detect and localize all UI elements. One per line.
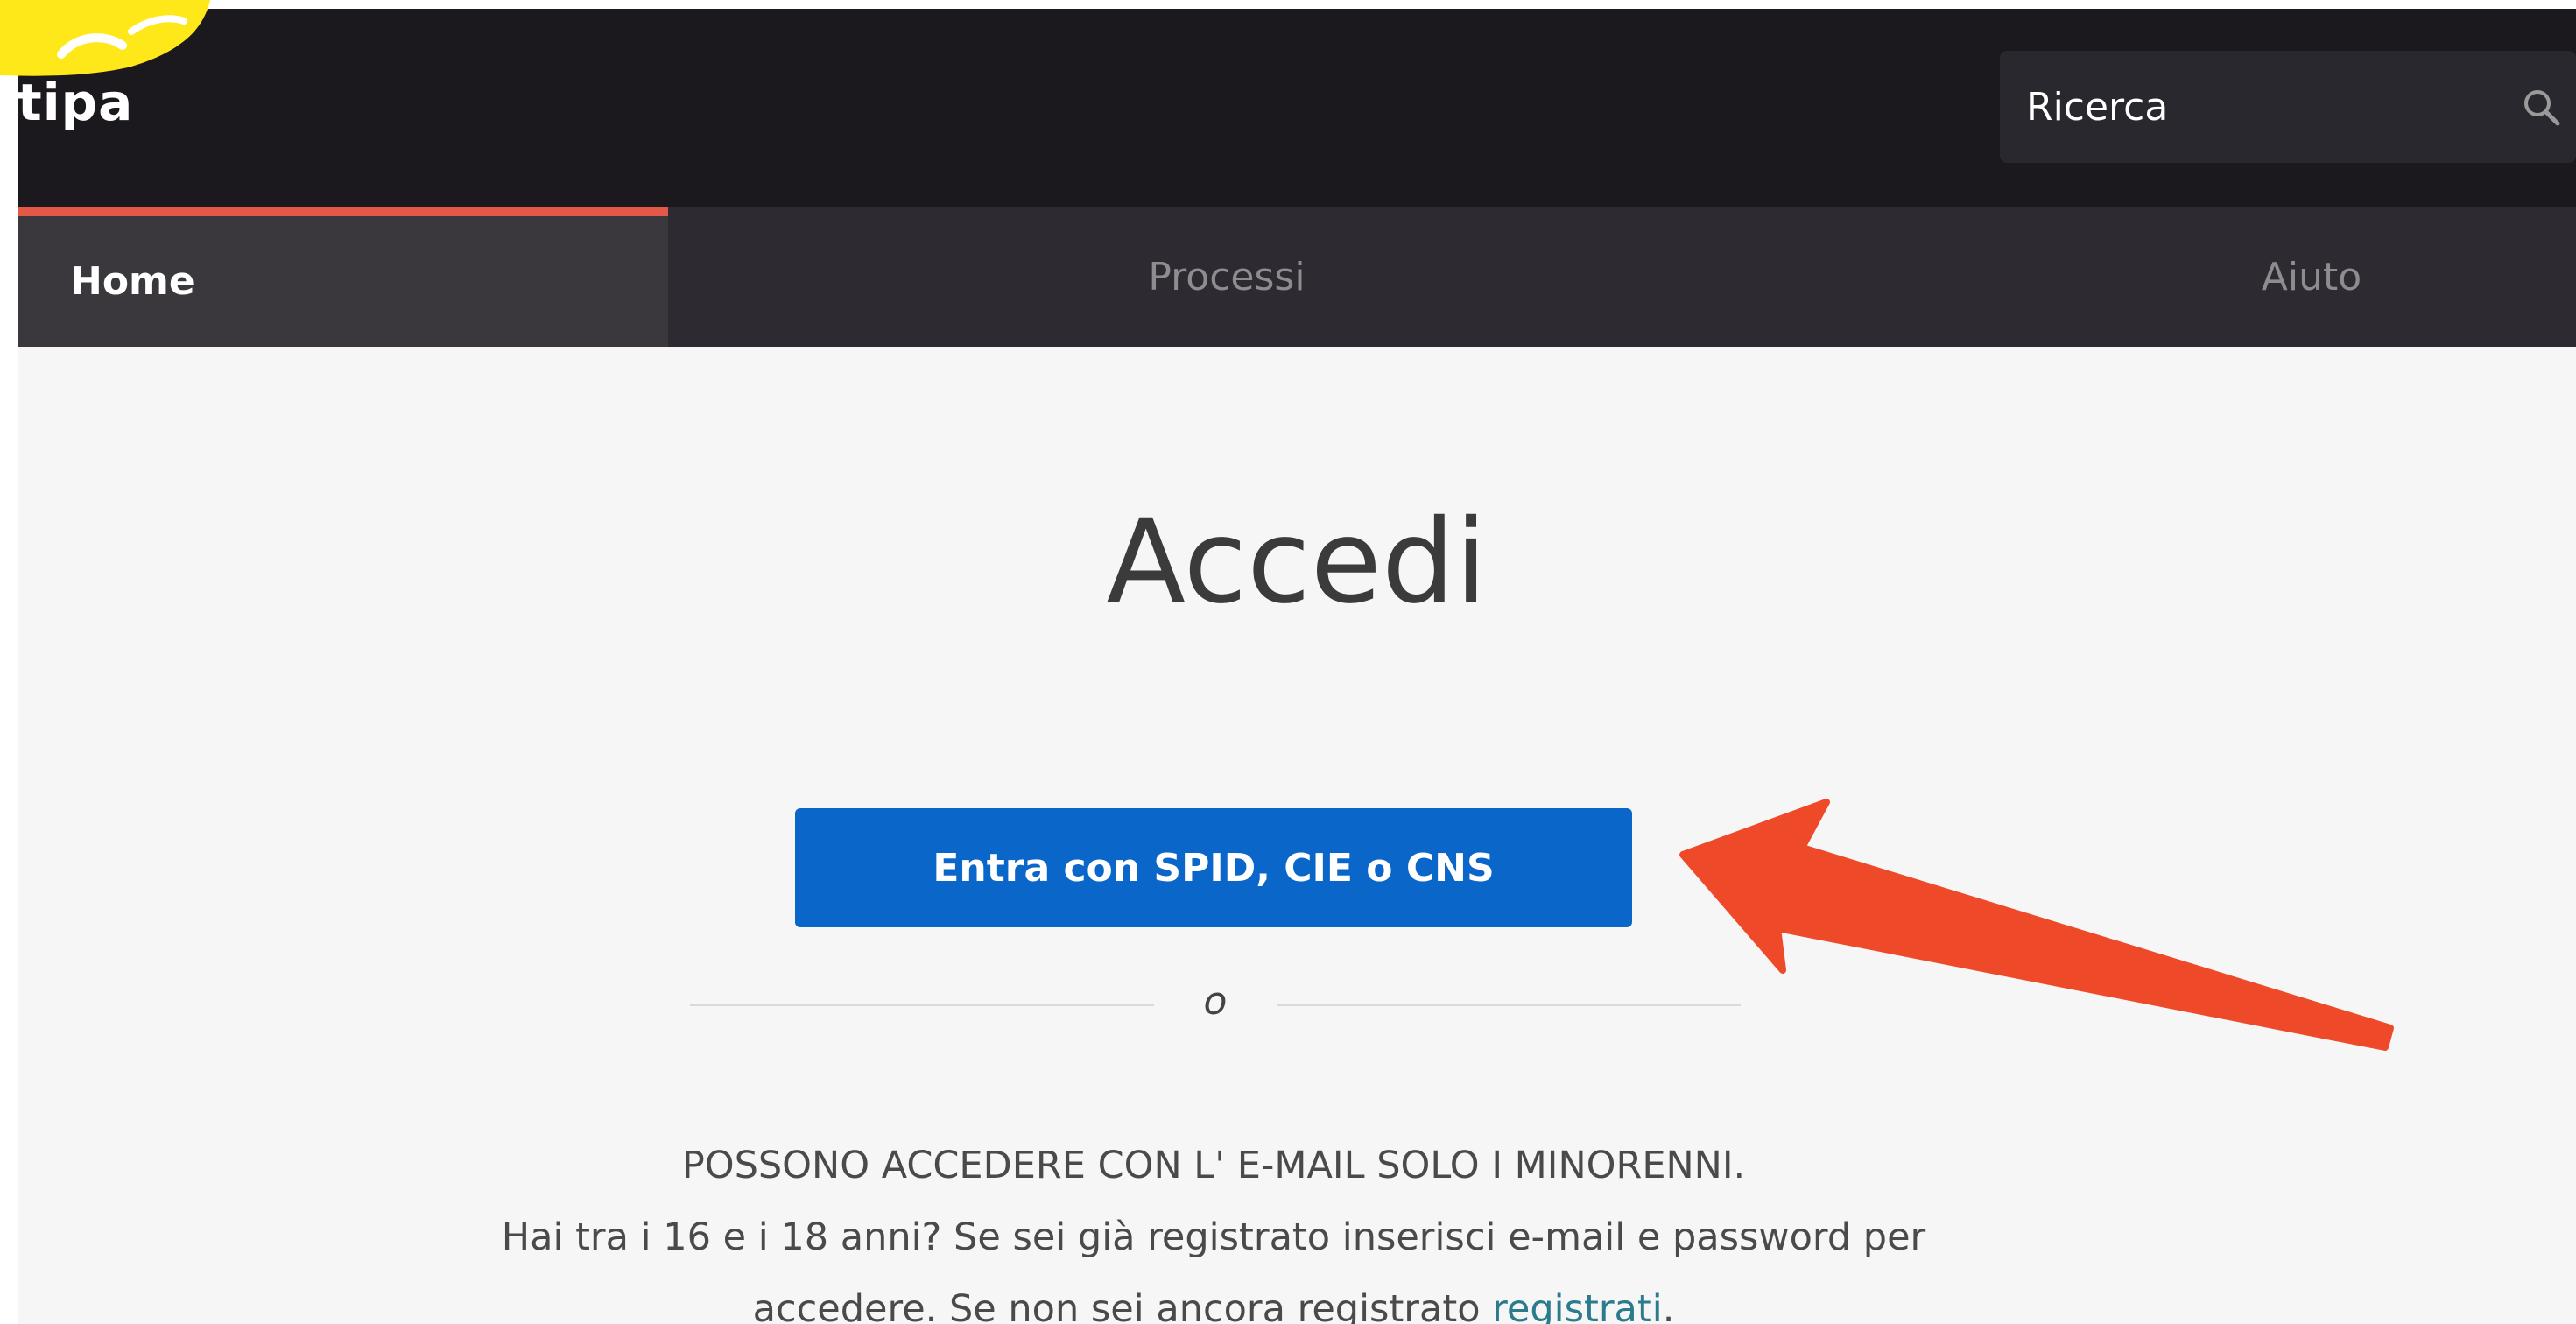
info-line-3-text: accedere. Se non sei ancora registrato: [752, 1287, 1493, 1324]
app-window: tipa Home Processi Aiuto Accedi Entra co…: [18, 9, 2576, 1324]
search-input[interactable]: [2000, 51, 2490, 163]
main-navigation: Home Processi Aiuto: [18, 207, 2576, 347]
search-box: [2000, 51, 2576, 163]
divider-right-line: [1277, 1004, 1741, 1006]
page-title: Accedi: [1106, 495, 1488, 630]
info-line-1: POSSONO ACCEDERE CON L' E-MAIL SOLO I MI…: [681, 1144, 1746, 1187]
divider-left-line: [690, 1004, 1154, 1006]
nav-tab-processi[interactable]: Processi: [668, 207, 1785, 347]
nav-tab-aiuto[interactable]: Aiuto: [2171, 207, 2452, 347]
logo-blob-icon: [0, 0, 210, 76]
divider-label: o: [1203, 979, 1228, 1024]
spid-login-button[interactable]: Entra con SPID, CIE o CNS: [795, 808, 1632, 927]
info-line-2: Hai tra i 16 e i 18 anni? Se sei già reg…: [501, 1215, 1926, 1259]
brand-title[interactable]: tipa: [18, 77, 133, 128]
minor-login-info: POSSONO ACCEDERE CON L' E-MAIL SOLO I MI…: [426, 1130, 2002, 1324]
info-line-3: accedere. Se non sei ancora registrato r…: [426, 1273, 2002, 1324]
info-line-3-period: .: [1662, 1287, 1675, 1324]
screenshot: tipa Home Processi Aiuto Accedi Entra co…: [0, 0, 2576, 1324]
nav-tab-home[interactable]: Home: [18, 207, 668, 347]
search-icon[interactable]: [2520, 86, 2562, 128]
top-header: tipa: [18, 9, 2576, 207]
register-link[interactable]: registrati: [1492, 1287, 1663, 1324]
